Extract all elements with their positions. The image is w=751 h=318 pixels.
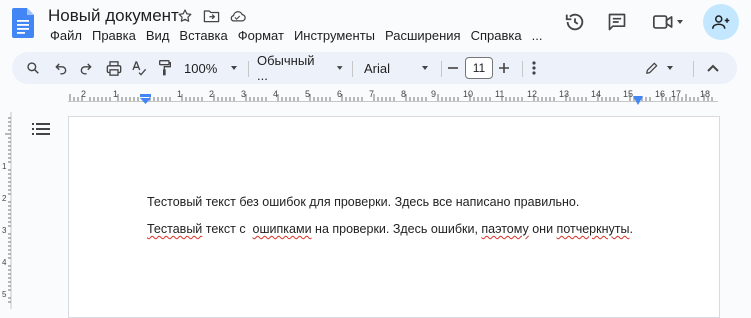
version-history-icon[interactable]	[558, 5, 592, 39]
menu-format[interactable]: Формат	[236, 28, 289, 43]
text-run: на проверки. Здесь ошибки,	[311, 222, 482, 236]
svg-text:3: 3	[2, 226, 7, 235]
spellcheck-icon[interactable]	[128, 52, 150, 84]
style-select[interactable]: Обычный ...	[257, 52, 345, 84]
hide-menus-chevron-up-icon[interactable]	[702, 52, 724, 84]
menu-file[interactable]: Файл	[48, 28, 87, 43]
vertical-scrollbar[interactable]	[738, 100, 751, 309]
svg-text:4: 4	[2, 258, 7, 267]
pencil-icon	[646, 62, 658, 74]
docs-logo-icon[interactable]	[12, 8, 34, 38]
redo-icon[interactable]	[75, 52, 97, 84]
add-person-icon	[712, 15, 730, 29]
document-title[interactable]: Новый документ	[48, 6, 179, 26]
more-options-icon[interactable]	[526, 52, 542, 84]
comments-icon[interactable]	[600, 5, 634, 39]
menu-insert[interactable]: Вставка	[177, 28, 232, 43]
style-value: Обычный ...	[257, 53, 315, 83]
left-indent-marker[interactable]	[140, 91, 151, 109]
chevron-down-icon	[667, 66, 673, 70]
search-icon[interactable]	[22, 52, 44, 84]
svg-text:5: 5	[2, 290, 7, 299]
text-run: они	[528, 222, 557, 236]
undo-icon[interactable]	[50, 52, 72, 84]
move-folder-icon[interactable]	[202, 7, 220, 25]
misspelled-word[interactable]: Теставый	[147, 222, 202, 236]
paint-format-icon[interactable]	[154, 52, 176, 84]
font-size-input[interactable]: 11	[465, 57, 493, 79]
menu-view[interactable]: Вид	[144, 28, 175, 43]
menu-edit[interactable]: Правка	[90, 28, 141, 43]
right-indent-marker[interactable]	[633, 92, 643, 110]
misspelled-word[interactable]: паэтому	[481, 222, 528, 236]
menu-bar: Файл Правка Вид Вставка Формат Инструмен…	[48, 28, 550, 43]
misspelled-word[interactable]: потчеркнуты	[557, 222, 630, 236]
menu-more[interactable]: ...	[530, 28, 548, 43]
toolbar: 100% Обычный ... Arial	[12, 52, 737, 84]
ruler-ticks	[69, 94, 713, 101]
document-page[interactable]: Тестовый текст без ошибок для проверки. …	[68, 116, 720, 318]
paragraph-correct[interactable]: Тестовый текст без ошибок для проверки. …	[147, 195, 579, 209]
plus-icon	[499, 63, 509, 73]
font-select[interactable]: Arial	[364, 52, 440, 84]
misspelled-word[interactable]: ошипками	[253, 222, 312, 236]
chevron-down-icon	[231, 66, 238, 70]
meet-button[interactable]	[646, 5, 692, 39]
menu-tools[interactable]: Инструменты	[292, 28, 380, 43]
minus-icon	[448, 67, 458, 69]
star-icon[interactable]	[176, 7, 194, 25]
chevron-down-icon	[337, 66, 344, 70]
decrease-font-size-button[interactable]	[444, 52, 462, 84]
text-run: текст с	[202, 222, 253, 236]
share-button[interactable]	[703, 4, 739, 40]
chevron-down-icon	[677, 20, 683, 24]
chevron-down-icon	[422, 66, 429, 70]
zoom-select[interactable]: 100%	[184, 52, 240, 84]
font-value: Arial	[364, 60, 391, 76]
print-icon[interactable]	[102, 52, 126, 84]
svg-text:1: 1	[2, 162, 7, 171]
app-header: Новый документ Файл Правка Вид Вставка Ф…	[0, 0, 751, 50]
horizontal-ruler: 2 1 1 2 3 4 5 6 7 8 9 10 11 12 13 14 15 …	[68, 88, 718, 105]
paragraph-with-errors[interactable]: Теставый текст с ошипками на проверки. З…	[147, 222, 633, 236]
vertical-ruler: 1 2 3 4 5	[0, 112, 12, 309]
menu-extensions[interactable]: Расширения	[383, 28, 466, 43]
increase-font-size-button[interactable]	[495, 52, 513, 84]
text-run: .	[629, 222, 633, 236]
svg-text:2: 2	[2, 194, 7, 203]
document-outline-icon[interactable]	[32, 122, 50, 138]
cloud-saved-icon[interactable]	[228, 7, 246, 25]
editing-mode-button[interactable]	[642, 52, 678, 84]
zoom-value: 100%	[184, 60, 218, 76]
menu-help[interactable]: Справка	[469, 28, 527, 43]
